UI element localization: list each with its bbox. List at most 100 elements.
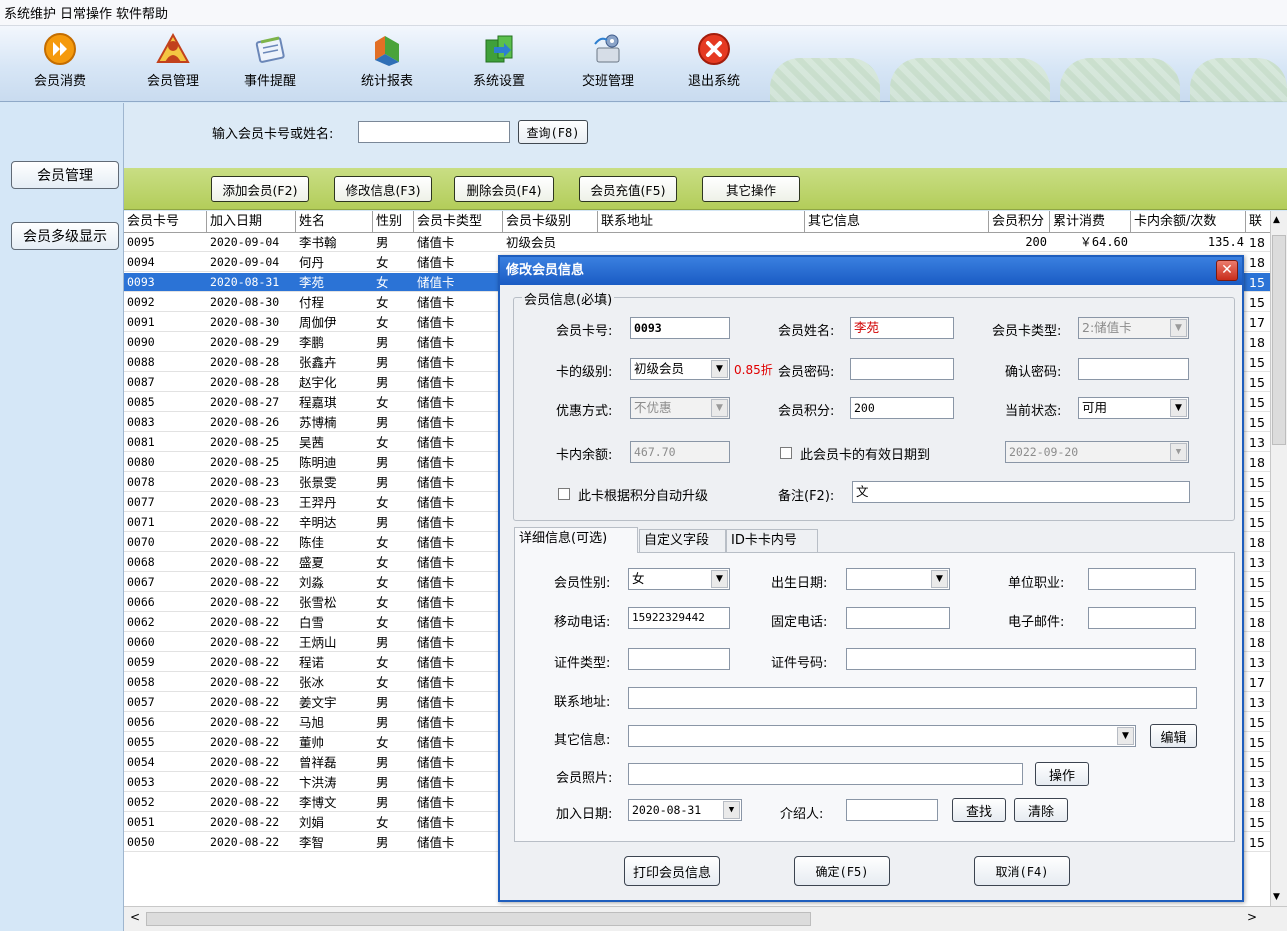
cancel-button[interactable]: 取消(F4) bbox=[974, 856, 1070, 886]
email-field[interactable] bbox=[1088, 607, 1196, 629]
tab-detail[interactable]: 详细信息(可选) bbox=[514, 527, 638, 553]
cell-code: 0083 bbox=[127, 415, 155, 429]
cell-name: 白雪 bbox=[299, 615, 325, 630]
birth-select[interactable]: ▼ bbox=[846, 568, 950, 590]
menu-system[interactable]: 系统维护 bbox=[4, 3, 56, 22]
cell-sex: 女 bbox=[376, 535, 389, 550]
cell-date: 2020-08-22 bbox=[210, 775, 280, 789]
toolbar-statistics[interactable]: 统计报表 bbox=[341, 30, 433, 98]
remark-field[interactable]: 文 bbox=[852, 481, 1190, 503]
col-card-level[interactable]: 会员卡级别 bbox=[503, 211, 598, 233]
photo-field[interactable] bbox=[628, 763, 1023, 785]
clear-button[interactable]: 清除 bbox=[1014, 798, 1068, 822]
scroll-left-icon[interactable]: < bbox=[130, 910, 140, 924]
cell-tail: 18 bbox=[1249, 535, 1265, 550]
toolbar-event-reminder[interactable]: 事件提醒 bbox=[224, 30, 316, 98]
cell-code: 0070 bbox=[127, 535, 155, 549]
scroll-thumb[interactable] bbox=[1272, 235, 1286, 445]
cell-name: 姜文宇 bbox=[299, 695, 337, 710]
col-card-type[interactable]: 会员卡类型 bbox=[414, 211, 503, 233]
tab-id-card[interactable]: ID卡卡内号 bbox=[726, 529, 818, 553]
id-type-field[interactable] bbox=[628, 648, 730, 670]
close-icon[interactable]: ✕ bbox=[1216, 260, 1238, 281]
mobile-field[interactable]: 15922329442 bbox=[628, 607, 730, 629]
col-total-consume[interactable]: 累计消费 bbox=[1050, 211, 1131, 233]
cell-name: 陈明迪 bbox=[299, 455, 337, 470]
expiry-checkbox[interactable] bbox=[780, 447, 792, 459]
job-field[interactable] bbox=[1088, 568, 1196, 590]
member-manage-button[interactable]: 会员管理 bbox=[11, 161, 119, 189]
col-join-date[interactable]: 加入日期 bbox=[207, 211, 296, 233]
scroll-up-icon[interactable]: ▲ bbox=[1273, 215, 1280, 225]
menu-daily[interactable]: 日常操作 bbox=[60, 3, 112, 22]
recharge-button[interactable]: 会员充值(F5) bbox=[579, 176, 677, 202]
promo-label: 优惠方式: bbox=[556, 404, 613, 419]
toolbar-exit[interactable]: 退出系统 bbox=[668, 30, 760, 98]
scroll-right-icon[interactable]: > bbox=[1247, 910, 1257, 924]
join-date-select[interactable]: 2020-08-31 ▼ bbox=[628, 799, 742, 821]
search-input[interactable] bbox=[358, 121, 510, 143]
photo-op-button[interactable]: 操作 bbox=[1035, 762, 1089, 786]
row-points-cell: 200 bbox=[1025, 235, 1047, 249]
tab-custom-fields[interactable]: 自定义字段 bbox=[639, 529, 726, 553]
horizontal-scrollbar[interactable]: < > bbox=[124, 906, 1287, 931]
cell-type: 储值卡 bbox=[417, 775, 455, 790]
promo-select[interactable]: 不优惠 ▼ bbox=[630, 397, 730, 419]
multi-level-display-button[interactable]: 会员多级显示 bbox=[11, 222, 119, 250]
vertical-scrollbar[interactable]: ▲ ▼ bbox=[1270, 211, 1287, 906]
left-panel: 会员管理 会员多级显示 bbox=[0, 103, 124, 931]
add-member-button[interactable]: 添加会员(F2) bbox=[211, 176, 309, 202]
name-field[interactable]: 李苑 bbox=[850, 317, 954, 339]
gender-select[interactable]: 女 ▼ bbox=[628, 568, 730, 590]
delete-member-button[interactable]: 删除会员(F4) bbox=[454, 176, 554, 202]
col-sex[interactable]: 性别 bbox=[373, 211, 414, 233]
col-contact[interactable]: 联 bbox=[1246, 211, 1270, 233]
cell-date: 2020-09-04 bbox=[210, 255, 280, 269]
other-info-select[interactable]: ▼ bbox=[628, 725, 1136, 747]
col-balance[interactable]: 卡内余额/次数 bbox=[1131, 211, 1246, 233]
phone-field[interactable] bbox=[846, 607, 950, 629]
col-card-no[interactable]: 会员卡号 bbox=[124, 211, 207, 233]
scroll-thumb[interactable] bbox=[146, 912, 811, 926]
col-points[interactable]: 会员积分 bbox=[989, 211, 1050, 233]
address-field[interactable] bbox=[628, 687, 1197, 709]
scroll-down-icon[interactable]: ▼ bbox=[1273, 892, 1280, 902]
cell-sex: 女 bbox=[376, 595, 389, 610]
cell-sex: 女 bbox=[376, 675, 389, 690]
referrer-field[interactable] bbox=[846, 799, 938, 821]
toolbar-shift-handover[interactable]: 交班管理 bbox=[562, 30, 654, 98]
points-field[interactable]: 200 bbox=[850, 397, 954, 419]
card-type-select[interactable]: 2:储值卡 ▼ bbox=[1078, 317, 1189, 339]
other-ops-button[interactable]: 其它操作 bbox=[702, 176, 800, 202]
col-other-info[interactable]: 其它信息 bbox=[805, 211, 989, 233]
chevron-down-icon: ▼ bbox=[711, 570, 728, 588]
ok-button[interactable]: 确定(F5) bbox=[794, 856, 890, 886]
cell-code: 0080 bbox=[127, 455, 155, 469]
confirm-password-field[interactable] bbox=[1078, 358, 1189, 380]
toolbar-member-consume[interactable]: 会员消费 bbox=[14, 30, 106, 98]
edit-info-button[interactable]: 修改信息(F3) bbox=[334, 176, 432, 202]
menu-help[interactable]: 软件帮助 bbox=[116, 3, 168, 22]
col-name[interactable]: 姓名 bbox=[296, 211, 373, 233]
print-member-button[interactable]: 打印会员信息 bbox=[624, 856, 720, 886]
cell-tail: 13 bbox=[1249, 775, 1265, 790]
cell-name: 吴茜 bbox=[299, 435, 325, 450]
card-no-field[interactable]: 0093 bbox=[630, 317, 730, 339]
find-button[interactable]: 查找 bbox=[952, 798, 1006, 822]
status-select[interactable]: 可用 ▼ bbox=[1078, 397, 1189, 419]
auto-upgrade-checkbox[interactable] bbox=[558, 488, 570, 500]
toolbar-member-manage[interactable]: 会员管理 bbox=[127, 30, 219, 98]
cell-tail: 13 bbox=[1249, 555, 1265, 570]
toolbar-system-settings[interactable]: 系统设置 bbox=[453, 30, 545, 98]
edit-button[interactable]: 编辑 bbox=[1150, 724, 1197, 748]
expiry-date-select[interactable]: 2022-09-20 ▼ bbox=[1005, 441, 1189, 463]
query-button[interactable]: 查询(F8) bbox=[518, 120, 588, 144]
col-address[interactable]: 联系地址 bbox=[598, 211, 805, 233]
password-field[interactable] bbox=[850, 358, 954, 380]
cell-date: 2020-08-27 bbox=[210, 395, 280, 409]
id-no-field[interactable] bbox=[846, 648, 1196, 670]
cell-date: 2020-08-22 bbox=[210, 675, 280, 689]
cell-tail: 18 bbox=[1249, 635, 1265, 650]
level-select[interactable]: 初级会员 ▼ bbox=[630, 358, 730, 380]
cell-code: 0088 bbox=[127, 355, 155, 369]
